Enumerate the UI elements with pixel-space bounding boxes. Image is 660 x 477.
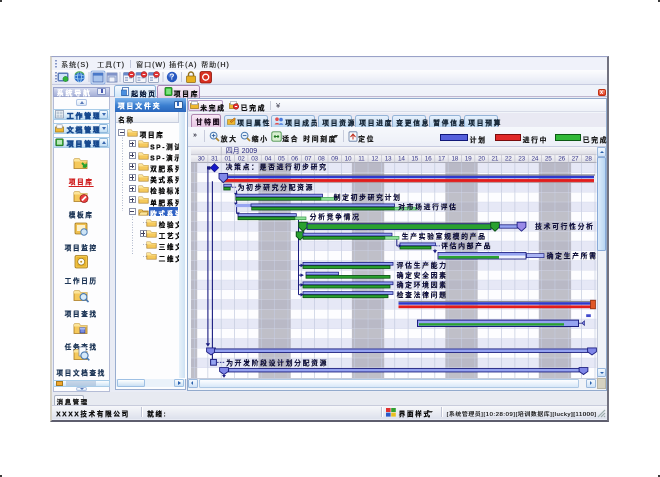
svg-text:11: 11 <box>358 155 365 162</box>
svg-text:为初步研究分配资源: 为初步研究分配资源 <box>238 182 314 191</box>
svg-text:23: 23 <box>518 155 525 162</box>
svg-text:评估内部产品: 评估内部产品 <box>441 241 492 250</box>
svg-text:?: ? <box>170 72 175 81</box>
svg-text:25: 25 <box>545 155 552 162</box>
svg-text:技术可行性分析: 技术可行性分析 <box>535 221 594 230</box>
svg-text:检查法律问题: 检查法律问题 <box>397 289 448 298</box>
svg-text:24: 24 <box>532 155 539 162</box>
svg-text:27: 27 <box>572 155 579 162</box>
svg-text:19: 19 <box>465 155 472 162</box>
svg-text:分析竞争情况: 分析竞争情况 <box>310 211 361 220</box>
svg-text:31: 31 <box>211 155 218 162</box>
svg-text:09: 09 <box>331 155 338 162</box>
svg-text:为开发阶段设计划分配资源: 为开发阶段设计划分配资源 <box>226 358 328 367</box>
svg-text:04: 04 <box>265 155 272 162</box>
svg-text:26: 26 <box>558 155 565 162</box>
svg-text:05: 05 <box>278 155 285 162</box>
svg-text:决策点：是否进行初步研究: 决策点：是否进行初步研究 <box>226 162 328 171</box>
svg-text:确定生产所需的加工: 确定生产所需的加工 <box>547 250 597 259</box>
svg-text:确定环境因素: 确定环境因素 <box>397 280 448 289</box>
svg-text:21: 21 <box>492 155 499 162</box>
svg-text:17: 17 <box>438 155 445 162</box>
svg-text:20: 20 <box>478 155 485 162</box>
svg-text:16: 16 <box>425 155 432 162</box>
svg-text:30: 30 <box>198 155 205 162</box>
svg-text:评估生产能力: 评估生产能力 <box>397 260 448 269</box>
svg-text:制定初步研究计划: 制定初步研究计划 <box>334 192 402 201</box>
svg-text:01: 01 <box>225 155 232 162</box>
svg-text:08: 08 <box>318 155 325 162</box>
svg-text:对市场进行评估: 对市场进行评估 <box>398 202 457 211</box>
svg-text:07: 07 <box>305 155 312 162</box>
svg-text:06: 06 <box>291 155 298 162</box>
svg-text:22: 22 <box>505 155 512 162</box>
svg-text:15: 15 <box>411 155 418 162</box>
svg-text:四月 2009: 四月 2009 <box>226 147 258 155</box>
svg-text:确定安全因素: 确定安全因素 <box>397 270 448 279</box>
svg-text:生产实验室规模的产品: 生产实验室规模的产品 <box>402 231 487 240</box>
svg-text:13: 13 <box>385 155 392 162</box>
svg-text:14: 14 <box>398 155 405 162</box>
svg-text:18: 18 <box>451 155 458 162</box>
svg-text:10: 10 <box>345 155 352 162</box>
svg-text:28: 28 <box>585 155 592 162</box>
svg-text:03: 03 <box>251 155 258 162</box>
svg-text:12: 12 <box>371 155 378 162</box>
svg-text:02: 02 <box>238 155 245 162</box>
